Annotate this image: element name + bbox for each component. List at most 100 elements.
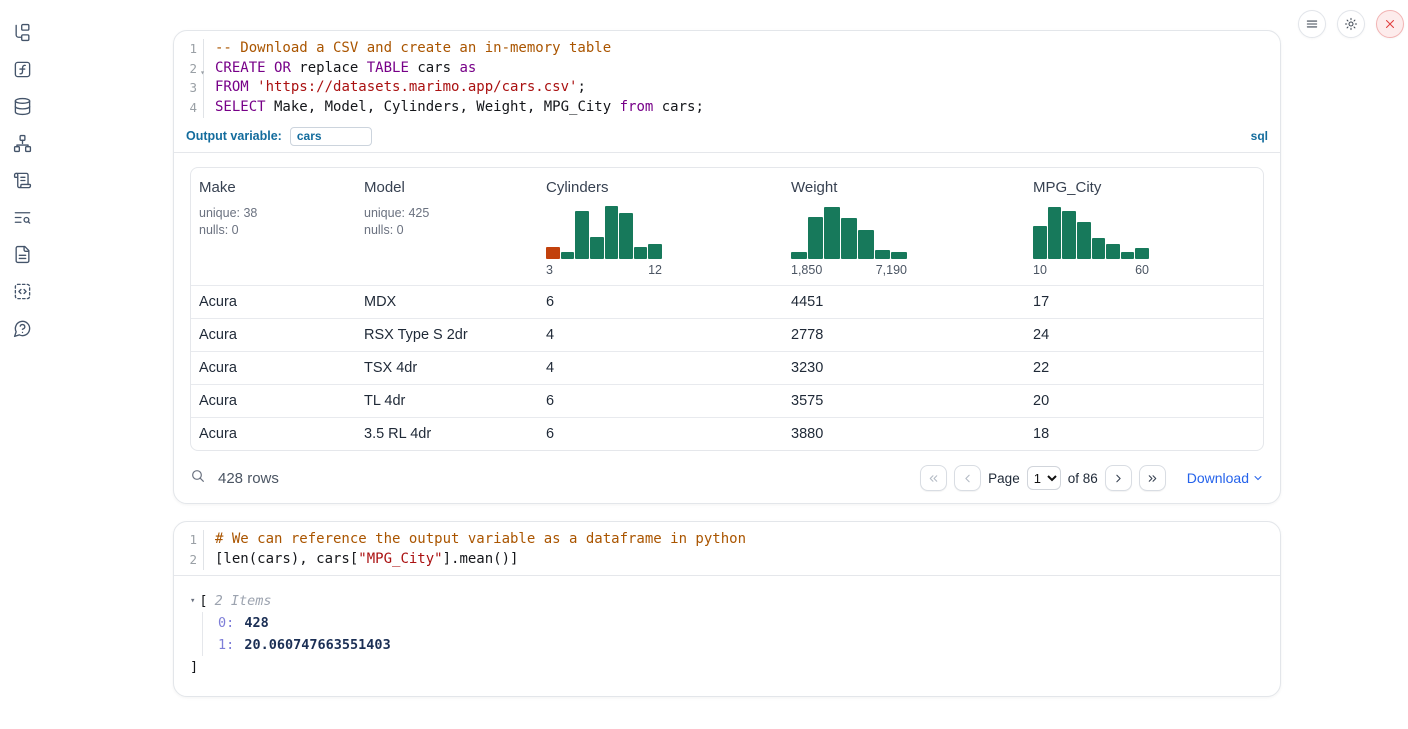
code-line[interactable]: 1-- Download a CSV and create an in-memo… [174, 39, 1280, 59]
histogram-bar[interactable] [875, 250, 891, 259]
table-cell[interactable]: 6 [538, 285, 783, 318]
table-cell[interactable]: 4 [538, 351, 783, 384]
entry-value: 428 [236, 615, 269, 631]
histogram-bar[interactable] [634, 247, 648, 259]
code-line[interactable]: 1# We can reference the output variable … [174, 530, 1280, 550]
histogram-bar[interactable] [824, 207, 840, 259]
database-icon[interactable] [13, 97, 32, 116]
table-cell[interactable]: RSX Type S 2dr [356, 318, 538, 351]
shutdown-button[interactable] [1376, 10, 1404, 38]
table-cell[interactable]: Acura [191, 417, 356, 450]
table-row[interactable]: AcuraTSX 4dr4323022 [191, 351, 1263, 384]
column-header[interactable]: MPG_City1060 [1025, 168, 1263, 286]
histogram-bar[interactable] [590, 237, 604, 259]
function-icon[interactable] [13, 60, 32, 79]
histogram-bar[interactable] [891, 252, 907, 259]
histogram-bar[interactable] [808, 217, 824, 259]
chevron-down-icon [1252, 472, 1264, 484]
scroll-icon[interactable] [13, 171, 32, 190]
log-search-icon[interactable] [13, 208, 32, 227]
code-text: [len(cars), cars["MPG_City"].mean()] [204, 550, 518, 570]
table-cell[interactable]: 4451 [783, 285, 1025, 318]
download-button[interactable]: Download [1187, 470, 1264, 486]
table-cell[interactable]: 6 [538, 417, 783, 450]
table-cell[interactable]: 4 [538, 318, 783, 351]
table-row[interactable]: AcuraRSX Type S 2dr4277824 [191, 318, 1263, 351]
histogram-bar[interactable] [791, 252, 807, 259]
column-header[interactable]: Modelunique: 425nulls: 0 [356, 168, 538, 286]
table-cell[interactable]: Acura [191, 318, 356, 351]
table-cell[interactable]: 3230 [783, 351, 1025, 384]
org-chart-icon[interactable] [13, 134, 32, 153]
column-histogram[interactable]: 1,8507,190 [791, 204, 907, 277]
table-row[interactable]: AcuraTL 4dr6357520 [191, 384, 1263, 417]
table-cell[interactable]: 17 [1025, 285, 1263, 318]
table-cell[interactable]: 20 [1025, 384, 1263, 417]
histogram-bar[interactable] [575, 211, 589, 259]
histogram-bar[interactable] [1121, 252, 1135, 259]
histogram-bar[interactable] [648, 244, 662, 259]
last-page-button[interactable] [1139, 465, 1166, 491]
code-line[interactable]: 3FROM 'https://datasets.marimo.app/cars.… [174, 78, 1280, 98]
code-line[interactable]: 4SELECT Make, Model, Cylinders, Weight, … [174, 98, 1280, 118]
tree-entry: 0: 428 [218, 612, 1262, 634]
histogram-bar[interactable] [619, 213, 633, 259]
table-cell[interactable]: 22 [1025, 351, 1263, 384]
histogram-bar[interactable] [1106, 244, 1120, 259]
settings-button[interactable] [1337, 10, 1365, 38]
output-variable-input[interactable] [290, 127, 372, 146]
collapse-caret-icon[interactable]: ▾ [190, 590, 195, 612]
histogram-bar[interactable] [858, 230, 874, 259]
first-page-button[interactable] [920, 465, 947, 491]
histogram-bar[interactable] [1033, 226, 1047, 259]
table-cell[interactable]: Acura [191, 384, 356, 417]
column-name: Cylinders [546, 179, 775, 196]
table-cell[interactable]: TL 4dr [356, 384, 538, 417]
histogram-bar[interactable] [1077, 222, 1091, 259]
column-histogram[interactable]: 10 60 [1033, 204, 1149, 277]
python-code-editor[interactable]: 1# We can reference the output variable … [174, 522, 1280, 574]
search-icon[interactable] [190, 468, 206, 489]
table-cell[interactable]: 24 [1025, 318, 1263, 351]
histogram-bar[interactable] [605, 206, 619, 259]
histogram-axis-label: 60 [1135, 263, 1149, 277]
histogram-bar[interactable] [546, 247, 560, 259]
table-cell[interactable]: 6 [538, 384, 783, 417]
prev-page-button[interactable] [954, 465, 981, 491]
histogram-bar[interactable] [561, 252, 575, 259]
table-row[interactable]: AcuraMDX6445117 [191, 285, 1263, 318]
table-cell[interactable]: Acura [191, 351, 356, 384]
table-footer: 428 rows Page 1 of 86 [174, 457, 1280, 503]
help-icon[interactable] [13, 319, 32, 338]
notebook: 1-- Download a CSV and create an in-memo… [173, 30, 1281, 697]
entry-key: 1: [218, 637, 234, 653]
table-cell[interactable]: 3575 [783, 384, 1025, 417]
document-icon[interactable] [13, 245, 32, 264]
column-header[interactable]: Cylinders 312 [538, 168, 783, 286]
column-header[interactable]: Weight1,8507,190 [783, 168, 1025, 286]
code-line[interactable]: 2[len(cars), cars["MPG_City"].mean()] [174, 550, 1280, 570]
table-cell[interactable]: Acura [191, 285, 356, 318]
file-tree-icon[interactable] [13, 23, 32, 42]
table-cell[interactable]: TSX 4dr [356, 351, 538, 384]
page-select[interactable]: 1 [1027, 466, 1061, 490]
histogram-bar[interactable] [1048, 207, 1062, 259]
table-cell[interactable]: MDX [356, 285, 538, 318]
column-header[interactable]: Makeunique: 38nulls: 0 [191, 168, 356, 286]
table-cell[interactable]: 3.5 RL 4dr [356, 417, 538, 450]
histogram-bar[interactable] [1062, 211, 1076, 259]
table-cell[interactable]: 2778 [783, 318, 1025, 351]
next-page-button[interactable] [1105, 465, 1132, 491]
snippets-icon[interactable] [13, 282, 32, 301]
menu-button[interactable] [1298, 10, 1326, 38]
column-histogram[interactable]: 312 [546, 204, 662, 277]
histogram-bar[interactable] [841, 218, 857, 259]
sql-code-editor[interactable]: 1-- Download a CSV and create an in-memo… [174, 31, 1280, 123]
table-cell[interactable]: 3880 [783, 417, 1025, 450]
code-line[interactable]: 2▾CREATE OR replace TABLE cars as [174, 59, 1280, 79]
table-row[interactable]: Acura3.5 RL 4dr6388018 [191, 417, 1263, 450]
histogram-bar[interactable] [1092, 238, 1106, 259]
table-cell[interactable]: 18 [1025, 417, 1263, 450]
histogram-bar[interactable] [1135, 248, 1149, 259]
histogram-axis-label: 10 [1033, 263, 1047, 277]
